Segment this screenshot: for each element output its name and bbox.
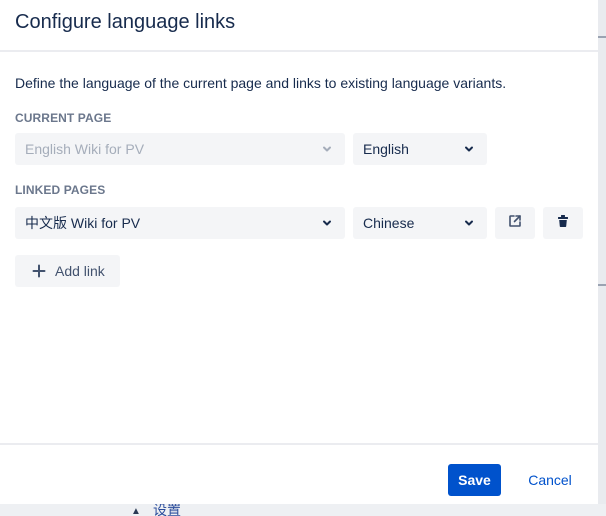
chevron-down-icon bbox=[461, 141, 477, 157]
linked-pages-label: LINKED PAGES bbox=[15, 183, 106, 197]
current-page-label: CURRENT PAGE bbox=[15, 111, 112, 125]
add-link-button[interactable]: Add link bbox=[15, 255, 120, 287]
chevron-down-icon bbox=[319, 141, 335, 157]
dialog-footer: Save Cancel bbox=[0, 443, 598, 504]
page: ▲ 设置 Configure language links Define the… bbox=[0, 0, 606, 516]
save-button[interactable]: Save bbox=[448, 464, 501, 496]
background-partial-text: 设置 bbox=[153, 504, 181, 516]
linked-language-select[interactable]: Chinese bbox=[353, 207, 487, 239]
plus-icon bbox=[31, 263, 47, 279]
background-mark bbox=[598, 284, 606, 286]
current-language-select[interactable]: English bbox=[353, 133, 487, 165]
language-links-dialog: Configure language links Define the lang… bbox=[0, 0, 598, 504]
chevron-down-icon bbox=[319, 215, 335, 231]
background-page-strip: ▲ 设置 bbox=[0, 504, 606, 516]
dialog-header: Configure language links bbox=[0, 0, 598, 52]
dialog-description: Define the language of the current page … bbox=[15, 75, 507, 91]
external-link-icon bbox=[508, 214, 522, 233]
current-language-value: English bbox=[363, 141, 409, 157]
background-mark bbox=[598, 36, 606, 38]
current-page-select: English Wiki for PV bbox=[15, 133, 345, 165]
caret-up-icon: ▲ bbox=[131, 506, 141, 516]
delete-linked-page-button[interactable] bbox=[543, 207, 583, 239]
trash-icon bbox=[556, 214, 570, 233]
add-link-label: Add link bbox=[55, 263, 105, 279]
linked-page-select[interactable]: 中文版 Wiki for PV bbox=[15, 207, 345, 239]
linked-page-value: 中文版 Wiki for PV bbox=[25, 215, 141, 231]
linked-language-value: Chinese bbox=[363, 215, 415, 231]
background-page-edge bbox=[598, 0, 606, 516]
dialog-title: Configure language links bbox=[15, 11, 236, 33]
cancel-button[interactable]: Cancel bbox=[520, 464, 580, 496]
open-linked-page-button[interactable] bbox=[495, 207, 535, 239]
current-page-value: English Wiki for PV bbox=[25, 141, 145, 157]
chevron-down-icon bbox=[461, 215, 477, 231]
